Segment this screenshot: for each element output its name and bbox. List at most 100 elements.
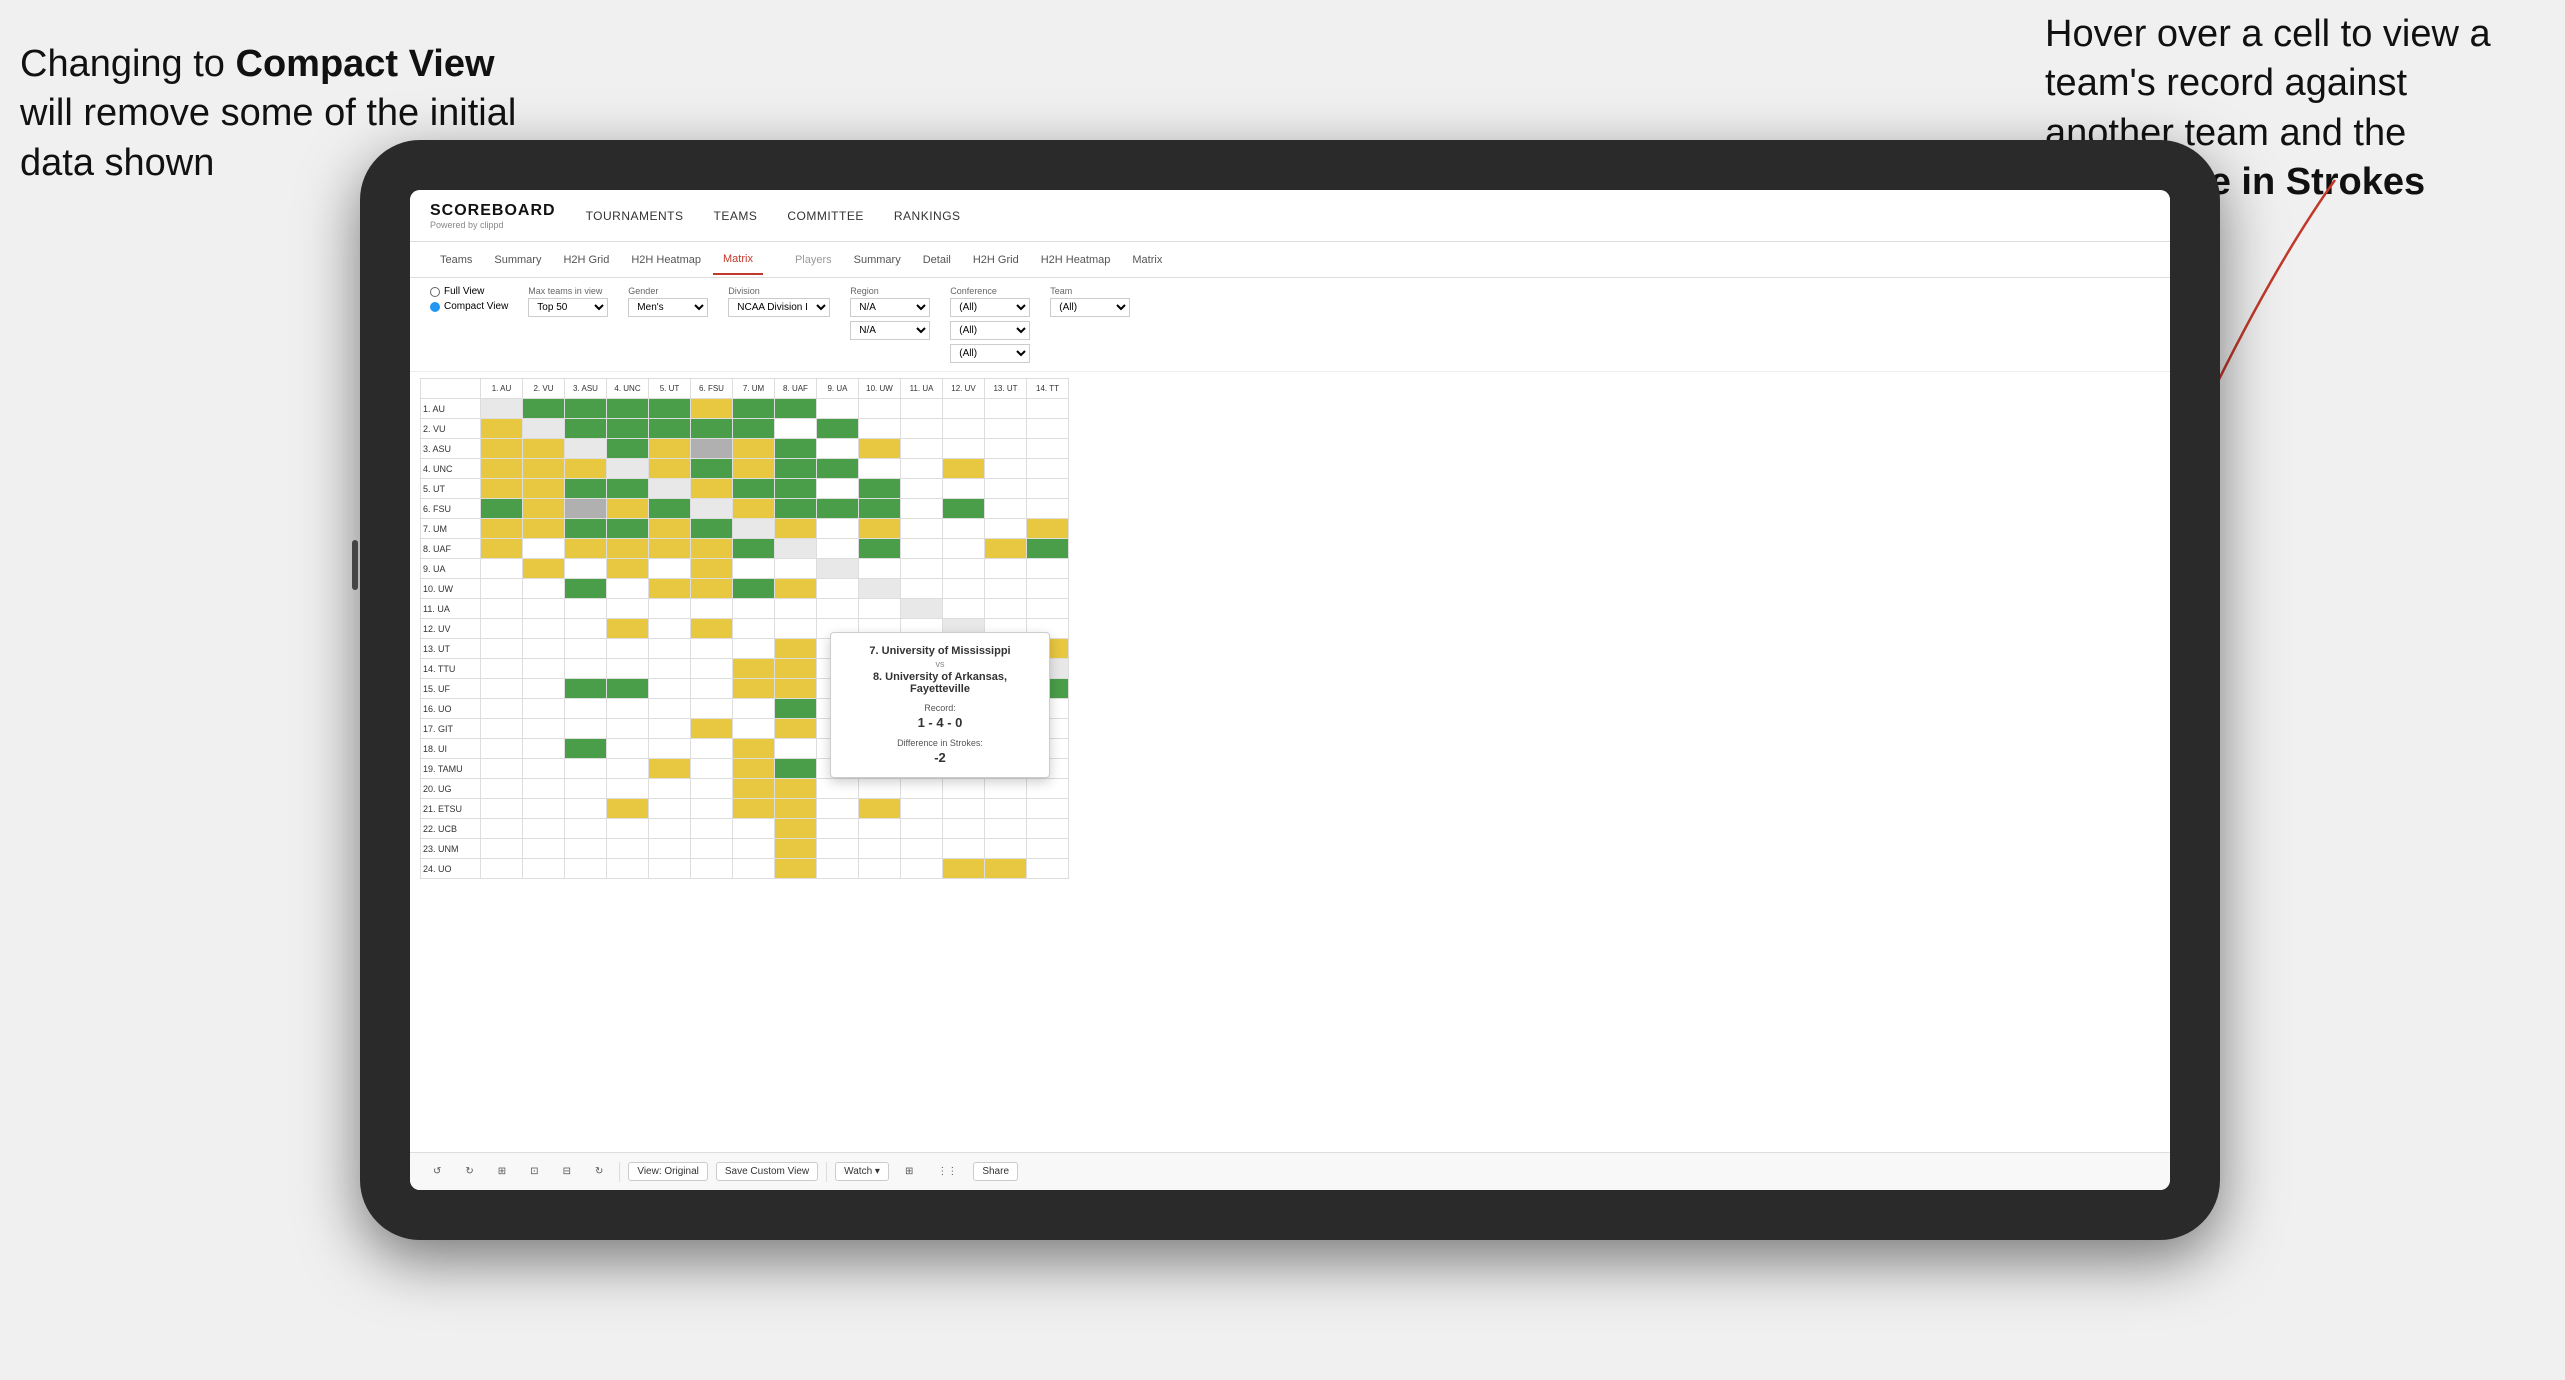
matrix-cell[interactable] — [985, 839, 1027, 859]
view-original-button[interactable]: View: Original — [628, 1162, 708, 1181]
matrix-cell[interactable] — [901, 579, 943, 599]
matrix-cell[interactable] — [649, 619, 691, 639]
matrix-cell[interactable] — [901, 539, 943, 559]
matrix-cell[interactable] — [775, 579, 817, 599]
matrix-cell[interactable] — [985, 539, 1027, 559]
matrix-cell[interactable] — [691, 799, 733, 819]
matrix-cell[interactable] — [859, 819, 901, 839]
matrix-cell[interactable] — [775, 699, 817, 719]
matrix-cell[interactable] — [733, 779, 775, 799]
matrix-cell[interactable] — [733, 619, 775, 639]
matrix-cell[interactable] — [565, 539, 607, 559]
toolbar-share-icon[interactable]: ⋮⋮ — [929, 1163, 965, 1180]
matrix-cell[interactable] — [565, 839, 607, 859]
nav-committee[interactable]: COMMITTEE — [787, 205, 864, 227]
matrix-cell[interactable] — [943, 579, 985, 599]
matrix-cell[interactable] — [943, 859, 985, 879]
matrix-cell[interactable] — [607, 819, 649, 839]
matrix-cell[interactable] — [649, 719, 691, 739]
matrix-cell[interactable] — [901, 819, 943, 839]
toolbar-redo[interactable]: ↻ — [457, 1163, 481, 1180]
matrix-cell[interactable] — [649, 459, 691, 479]
matrix-cell[interactable] — [775, 479, 817, 499]
matrix-cell[interactable] — [1027, 859, 1069, 879]
matrix-cell[interactable] — [859, 459, 901, 479]
matrix-cell[interactable] — [565, 559, 607, 579]
matrix-cell[interactable] — [523, 579, 565, 599]
matrix-cell[interactable] — [523, 499, 565, 519]
tab-players-detail[interactable]: Detail — [913, 246, 961, 274]
matrix-cell[interactable] — [649, 839, 691, 859]
matrix-cell[interactable] — [607, 539, 649, 559]
matrix-cell[interactable] — [607, 719, 649, 739]
matrix-cell[interactable] — [859, 579, 901, 599]
matrix-cell[interactable] — [523, 659, 565, 679]
matrix-cell[interactable] — [607, 799, 649, 819]
matrix-cell[interactable] — [859, 419, 901, 439]
matrix-cell[interactable] — [901, 839, 943, 859]
matrix-cell[interactable] — [733, 859, 775, 879]
matrix-cell[interactable] — [565, 439, 607, 459]
matrix-cell[interactable] — [649, 859, 691, 879]
matrix-cell[interactable] — [565, 419, 607, 439]
matrix-cell[interactable] — [733, 579, 775, 599]
matrix-cell[interactable] — [775, 519, 817, 539]
matrix-cell[interactable] — [733, 479, 775, 499]
matrix-cell[interactable] — [649, 679, 691, 699]
matrix-cell[interactable] — [775, 399, 817, 419]
matrix-cell[interactable] — [565, 679, 607, 699]
matrix-cell[interactable] — [775, 659, 817, 679]
matrix-area[interactable]: 1. AU 2. VU 3. ASU 4. UNC 5. UT 6. FSU 7… — [410, 372, 2170, 1152]
matrix-cell[interactable] — [481, 799, 523, 819]
matrix-cell[interactable] — [943, 839, 985, 859]
matrix-cell[interactable] — [523, 539, 565, 559]
matrix-cell[interactable] — [649, 579, 691, 599]
matrix-cell[interactable] — [691, 539, 733, 559]
matrix-cell[interactable] — [649, 819, 691, 839]
matrix-cell[interactable] — [1027, 399, 1069, 419]
matrix-cell[interactable] — [691, 739, 733, 759]
toolbar-undo[interactable]: ↺ — [425, 1163, 449, 1180]
matrix-cell[interactable] — [565, 579, 607, 599]
matrix-cell[interactable] — [1027, 539, 1069, 559]
matrix-cell[interactable] — [523, 439, 565, 459]
matrix-cell[interactable] — [565, 619, 607, 639]
matrix-cell[interactable] — [817, 459, 859, 479]
matrix-cell[interactable] — [565, 499, 607, 519]
matrix-cell[interactable] — [733, 679, 775, 699]
matrix-cell[interactable] — [985, 499, 1027, 519]
tab-teams[interactable]: Teams — [430, 246, 482, 274]
matrix-cell[interactable] — [565, 699, 607, 719]
matrix-cell[interactable] — [649, 599, 691, 619]
matrix-cell[interactable] — [691, 859, 733, 879]
matrix-cell[interactable] — [733, 519, 775, 539]
toolbar-btn-5[interactable]: ⊟ — [555, 1163, 579, 1180]
matrix-cell[interactable] — [733, 419, 775, 439]
matrix-cell[interactable] — [607, 399, 649, 419]
matrix-cell[interactable] — [565, 399, 607, 419]
matrix-cell[interactable] — [775, 779, 817, 799]
matrix-cell[interactable] — [691, 439, 733, 459]
nav-teams[interactable]: TEAMS — [714, 205, 758, 227]
matrix-cell[interactable] — [1027, 559, 1069, 579]
matrix-cell[interactable] — [691, 579, 733, 599]
matrix-cell[interactable] — [565, 739, 607, 759]
nav-tournaments[interactable]: TOURNAMENTS — [586, 205, 684, 227]
matrix-cell[interactable] — [565, 519, 607, 539]
matrix-cell[interactable] — [733, 499, 775, 519]
matrix-cell[interactable] — [901, 559, 943, 579]
matrix-cell[interactable] — [943, 499, 985, 519]
matrix-cell[interactable] — [943, 559, 985, 579]
toolbar-btn-4[interactable]: ⊡ — [522, 1163, 546, 1180]
matrix-cell[interactable] — [523, 459, 565, 479]
matrix-cell[interactable] — [649, 699, 691, 719]
tab-summary[interactable]: Summary — [484, 246, 551, 274]
matrix-cell[interactable] — [649, 439, 691, 459]
matrix-cell[interactable] — [565, 719, 607, 739]
matrix-cell[interactable] — [985, 599, 1027, 619]
matrix-cell[interactable] — [775, 819, 817, 839]
matrix-cell[interactable] — [1027, 419, 1069, 439]
matrix-cell[interactable] — [1027, 579, 1069, 599]
matrix-cell[interactable] — [733, 559, 775, 579]
matrix-cell[interactable] — [943, 419, 985, 439]
